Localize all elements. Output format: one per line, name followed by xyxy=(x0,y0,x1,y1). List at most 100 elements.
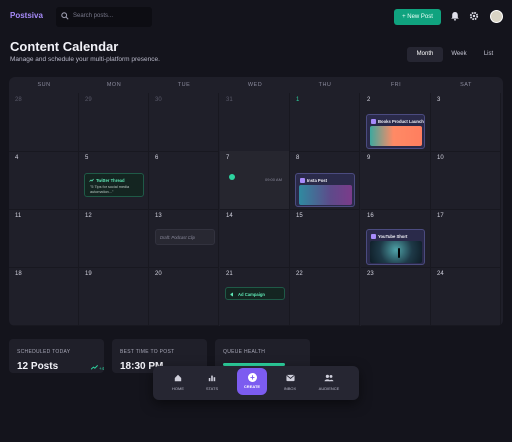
day-number: 1 xyxy=(296,97,300,103)
nav-home[interactable]: HOME xyxy=(163,374,193,391)
calendar-day-cell[interactable]: 1 xyxy=(290,93,360,152)
calendar-day-cell[interactable]: 20 xyxy=(149,267,219,326)
event-twitter-thread[interactable]: Twitter Thread "5 Tips for social media … xyxy=(84,173,144,197)
selected-slot-time: 09:00 AM xyxy=(265,177,282,182)
calendar-day-cell[interactable]: 23 xyxy=(361,267,431,326)
megaphone-icon xyxy=(230,292,233,297)
day-number: 5 xyxy=(85,155,89,161)
day-number: 29 xyxy=(85,97,92,103)
calendar-day-cell[interactable]: 3 xyxy=(431,93,501,152)
day-number: 6 xyxy=(155,155,159,161)
day-number: 9 xyxy=(367,155,371,161)
day-number: 22 xyxy=(296,271,303,277)
post-type-icon xyxy=(371,234,376,239)
new-post-button[interactable]: + New Post xyxy=(394,9,441,25)
event-youtube-short[interactable]: YouTube Short xyxy=(366,229,425,265)
view-list-button[interactable]: List xyxy=(475,47,502,62)
calendar-day-cell[interactable]: 24 xyxy=(431,267,501,326)
search-input[interactable]: Search posts... xyxy=(73,13,113,19)
nav-label: INBOX xyxy=(283,386,297,391)
page-title: Content Calendar xyxy=(10,39,119,54)
weekday-header: SUN xyxy=(37,82,51,88)
trend-value: +4 xyxy=(99,366,105,371)
twitter-icon xyxy=(89,178,94,182)
card-value: 12 Posts xyxy=(17,361,59,372)
scheduled-check-icon xyxy=(229,174,235,180)
calendar-day-cell[interactable]: 18 xyxy=(9,267,79,326)
users-icon xyxy=(324,374,334,382)
nav-stats[interactable]: STATS xyxy=(197,374,227,391)
event-title: Books Product Launch xyxy=(378,119,424,124)
event-title: Insta Post xyxy=(307,178,328,183)
calendar-day-cell[interactable]: 12 xyxy=(79,209,149,268)
card-caption: QUEUE HEALTH xyxy=(223,349,266,355)
day-number: 16 xyxy=(367,213,374,219)
calendar-day-cell[interactable]: 17 xyxy=(431,209,501,268)
day-number: 13 xyxy=(155,213,162,219)
nav-audience[interactable]: AUDIENCE xyxy=(314,374,344,391)
trend-up-icon xyxy=(91,365,98,370)
day-number: 4 xyxy=(15,155,19,161)
avatar[interactable] xyxy=(490,10,503,23)
mail-icon xyxy=(285,374,295,382)
weekday-header: FRI xyxy=(390,82,402,88)
event-title: Draft: Podcast Clip xyxy=(160,235,195,240)
day-number: 30 xyxy=(155,97,162,103)
day-number: 7 xyxy=(226,155,230,161)
calendar-day-cell[interactable]: 29 xyxy=(79,93,149,152)
event-thumbnail xyxy=(299,185,352,205)
event-books-product-launch[interactable]: Books Product Launch xyxy=(366,114,425,149)
day-number: 11 xyxy=(15,213,22,219)
bell-icon[interactable] xyxy=(450,11,460,21)
weekday-header: MON xyxy=(106,82,122,88)
nav-inbox[interactable]: INBOX xyxy=(275,374,305,391)
bottom-nav: HOME STATS + CREATE INBOX AUDIENCE xyxy=(153,366,359,400)
day-number: 2 xyxy=(367,97,371,103)
view-week-button[interactable]: Week xyxy=(444,47,474,62)
weekday-header: THU xyxy=(318,82,332,88)
event-insta-post[interactable]: Insta Post xyxy=(295,173,355,207)
calendar-day-cell[interactable]: 4 xyxy=(9,151,79,210)
nav-label: STATS xyxy=(205,386,219,391)
card-caption: BEST TIME TO POST xyxy=(120,349,175,355)
calendar-day-cell[interactable]: 22 xyxy=(290,267,360,326)
app-logo[interactable]: Postsiva xyxy=(10,11,43,20)
calendar-day-cell[interactable]: 30 xyxy=(149,93,219,152)
weekday-header: TUE xyxy=(177,82,191,88)
calendar-day-cell[interactable]: 31 xyxy=(220,93,290,152)
event-title: YouTube Short xyxy=(378,234,408,239)
event-thumbnail xyxy=(370,241,422,263)
day-number: 18 xyxy=(15,271,22,277)
day-number: 20 xyxy=(155,271,162,277)
day-number: 24 xyxy=(437,271,444,277)
calendar-day-cell[interactable]: 9 xyxy=(361,151,431,210)
page-subtitle: Manage and schedule your multi-platform … xyxy=(10,56,160,63)
view-toggle: Month Week List xyxy=(407,47,502,62)
calendar-day-cell[interactable]: 19 xyxy=(79,267,149,326)
calendar-day-cell[interactable]: 11 xyxy=(9,209,79,268)
view-month-button[interactable]: Month xyxy=(407,47,443,62)
nav-label: AUDIENCE xyxy=(318,386,340,391)
day-number: 14 xyxy=(226,213,233,219)
calendar-day-cell[interactable]: 10 xyxy=(431,151,501,210)
day-number: 3 xyxy=(437,97,441,103)
create-button[interactable]: + CREATE xyxy=(237,368,267,395)
event-title: Ad Campaign xyxy=(238,292,265,297)
event-ad-campaign[interactable]: Ad Campaign xyxy=(225,287,285,300)
scheduled-today-card: SCHEDULED TODAY 12 Posts +4 xyxy=(9,339,104,373)
gear-icon[interactable] xyxy=(469,11,479,21)
nav-label: CREATE xyxy=(243,384,261,389)
calendar-day-cell[interactable]: 14 xyxy=(220,209,290,268)
thumbnail-figure xyxy=(398,248,400,258)
bar-chart-icon xyxy=(208,375,216,382)
search-box[interactable]: Search posts... xyxy=(56,7,152,27)
event-draft-podcast[interactable]: Draft: Podcast Clip xyxy=(155,229,215,245)
event-thumbnail xyxy=(370,126,422,146)
calendar-day-cell[interactable]: 6 xyxy=(149,151,219,210)
calendar-day-cell[interactable]: 28 xyxy=(9,93,79,152)
day-number: 12 xyxy=(85,213,92,219)
day-number: 17 xyxy=(437,213,444,219)
weekday-header: WED xyxy=(247,82,263,88)
calendar-day-cell[interactable]: 15 xyxy=(290,209,360,268)
post-type-icon xyxy=(300,178,305,183)
